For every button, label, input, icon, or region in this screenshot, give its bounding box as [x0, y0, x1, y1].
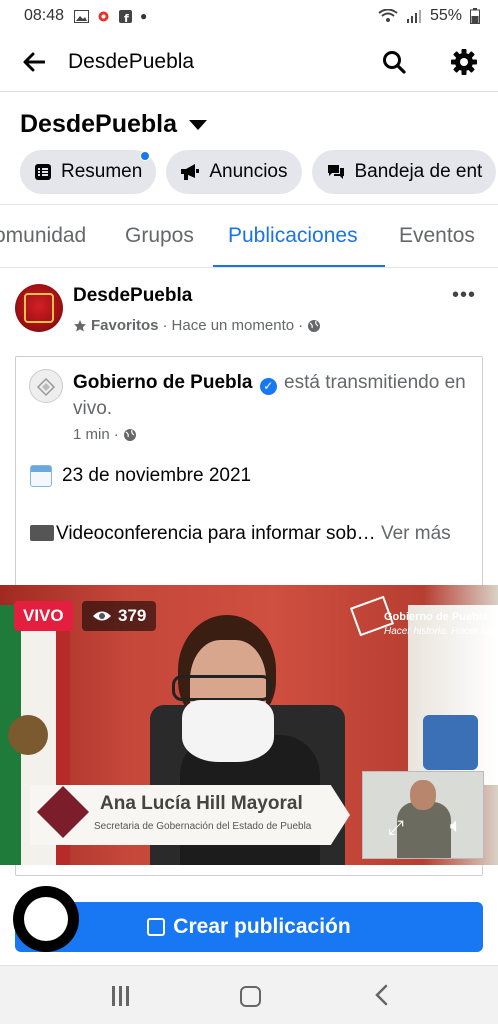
app-notification-icon: [98, 11, 109, 21]
chip-label: Bandeja de ent: [354, 161, 483, 182]
meta-separator: ·: [162, 317, 168, 334]
recents-button[interactable]: [112, 986, 132, 1006]
tab-eventos[interactable]: Eventos: [399, 205, 475, 267]
sign-language-interpreter: [362, 771, 484, 859]
chat-icon: [327, 165, 344, 179]
gear-icon: [451, 49, 477, 75]
nav-title: DesdePuebla: [68, 49, 195, 73]
logo-title: Gobierno de Puebla: [384, 611, 488, 623]
system-nav-bar: [0, 965, 498, 1024]
chip-label: Resumen: [61, 161, 143, 182]
notification-dot: [140, 151, 151, 161]
volume-icon[interactable]: 🔈︎: [450, 815, 462, 838]
speaker-lower-third: Ana Lucía Hill Mayoral Secretaria de Gob…: [30, 785, 350, 845]
shared-post-header: Gobierno de Puebla ✓ está transmitiendo …: [73, 370, 473, 422]
create-post-button[interactable]: Crear publicación: [15, 902, 483, 952]
post-time[interactable]: Hace un momento: [172, 317, 295, 334]
page-tabs: omunidad Grupos Publicaciones Eventos: [0, 204, 498, 268]
page-avatar[interactable]: [15, 284, 63, 332]
speaker-mask: [182, 700, 274, 762]
edit-icon: [147, 918, 166, 936]
see-more-link[interactable]: Ver más: [381, 523, 451, 544]
chip-resumen[interactable]: Resumen: [20, 150, 157, 194]
post-author[interactable]: DesdePuebla: [73, 285, 192, 307]
live-video[interactable]: VIVO 379 Gobierno de Puebla Hacer histor…: [0, 585, 498, 865]
status-time: 08:48: [24, 7, 65, 24]
date-line: 23 de noviembre 2021: [30, 465, 251, 487]
gobierno-logo: Gobierno de Puebla Hacer historia. Hacer…: [349, 595, 498, 643]
post-description: Videoconferencia para informar sob… Ver …: [30, 520, 470, 547]
shared-author-avatar[interactable]: [29, 369, 63, 403]
chip-bandeja[interactable]: Bandeja de ent: [311, 150, 497, 194]
page-actions: Resumen Anuncios Bandeja de ent: [20, 150, 498, 194]
more-notifications-icon: ●: [140, 9, 148, 23]
date-text: 23 de noviembre 2021: [62, 465, 252, 486]
arrow-left-icon: [23, 52, 45, 71]
battery-percent: 55%: [429, 7, 462, 24]
viewer-count-badge: 379: [82, 601, 157, 631]
list-icon: [35, 164, 51, 180]
wifi-icon: [378, 9, 398, 22]
page-switcher[interactable]: DesdePuebla: [20, 110, 208, 139]
more-options-icon[interactable]: •••: [452, 284, 476, 307]
gallery-icon: [74, 9, 90, 23]
verified-icon: ✓: [259, 378, 277, 395]
status-bar: 08:48 f ● 55%: [0, 0, 498, 32]
meta-separator: ·: [298, 317, 304, 334]
favorites-label: Favoritos: [91, 317, 159, 334]
post-meta: Favoritos · Hace un momento ·: [73, 317, 321, 334]
search-button[interactable]: [374, 42, 414, 82]
puebla-logo-icon: [36, 377, 56, 397]
caret-down-icon: [189, 119, 208, 130]
globe-icon: [123, 428, 136, 441]
shared-time[interactable]: 1 min: [73, 426, 110, 443]
tab-comunidad[interactable]: omunidad: [0, 205, 86, 267]
top-nav: DesdePuebla: [0, 32, 498, 92]
globe-icon: [308, 319, 321, 332]
star-icon: [74, 319, 86, 331]
calendar-icon: [30, 465, 52, 487]
floating-record-button[interactable]: [13, 886, 79, 952]
page-title: DesdePuebla: [20, 110, 178, 138]
megaphone-icon: [181, 164, 200, 180]
chip-anuncios[interactable]: Anuncios: [166, 150, 302, 194]
battery-icon: [470, 8, 480, 24]
create-post-label: Crear publicación: [173, 915, 351, 938]
search-icon: [383, 51, 406, 74]
puebla-badge-icon: [36, 785, 90, 839]
live-badge: VIVO: [14, 601, 73, 631]
tab-publicaciones[interactable]: Publicaciones: [228, 205, 358, 267]
facebook-icon: f: [119, 9, 133, 23]
description-text: Videoconferencia para informar sob…: [56, 523, 376, 544]
fullscreen-icon[interactable]: ⤢: [388, 817, 404, 840]
back-button[interactable]: [14, 42, 54, 82]
shared-meta: 1 min ·: [73, 426, 137, 443]
home-button[interactable]: [240, 986, 261, 1007]
system-back-button[interactable]: [372, 984, 392, 1006]
svg-text:f: f: [124, 12, 129, 23]
shared-author[interactable]: Gobierno de Puebla: [73, 372, 252, 393]
meta-separator: ·: [113, 426, 119, 443]
settings-button[interactable]: [444, 42, 484, 82]
tab-grupos[interactable]: Grupos: [125, 205, 194, 267]
signal-icon: [406, 10, 421, 23]
video-camera-icon: [30, 525, 54, 541]
speaker-role: Secretaria de Gobernación del Estado de …: [94, 821, 312, 832]
logo-tagline: Hacer historia. Hacer futuro.: [384, 626, 498, 637]
eye-icon: [93, 611, 111, 621]
speaker-glasses: [172, 675, 272, 701]
active-tab-indicator: [213, 265, 385, 267]
chip-label: Anuncios: [209, 161, 288, 182]
speaker-name: Ana Lucía Hill Mayoral: [100, 793, 303, 814]
viewer-count: 379: [118, 606, 147, 625]
